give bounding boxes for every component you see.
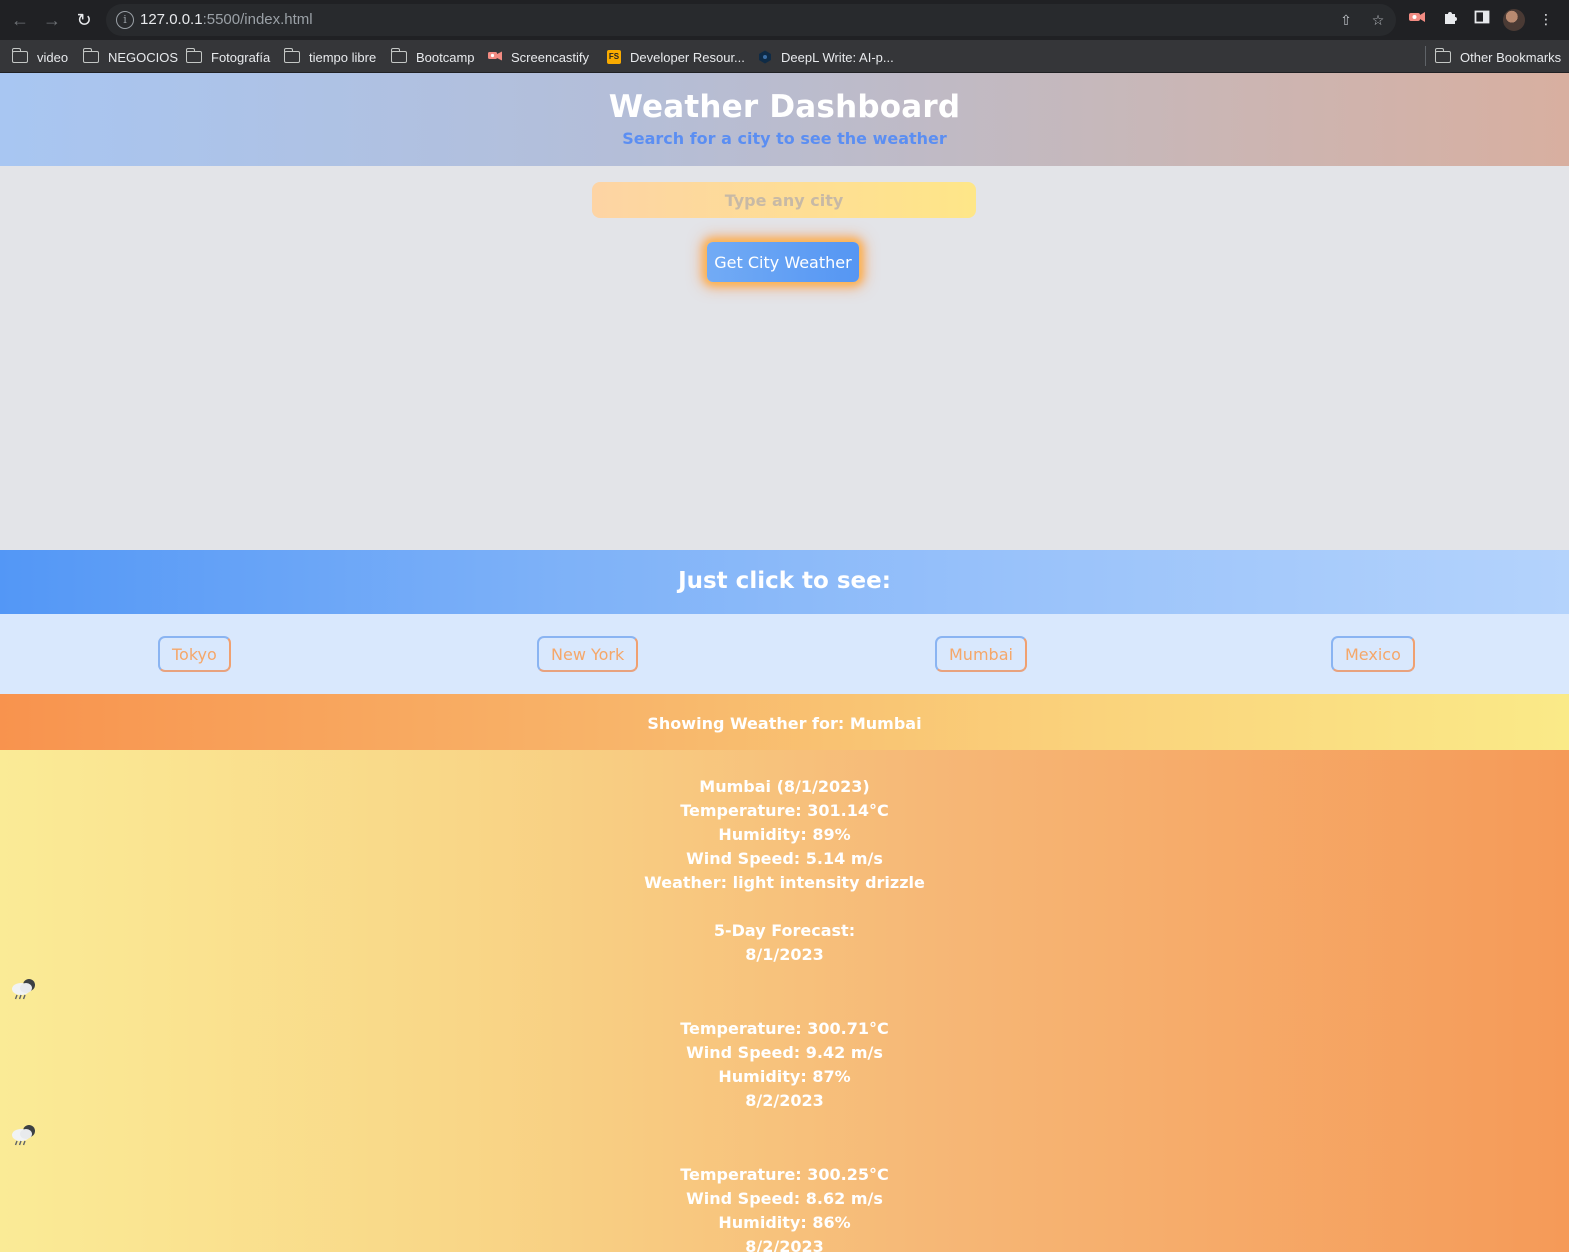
current-humidity: Humidity: 89% [718, 825, 851, 844]
showing-weather-banner: Showing Weather for: Mumbai [0, 694, 1569, 750]
screencastify-extension-icon[interactable] [1407, 9, 1427, 29]
bookmark-bootcamp[interactable]: Bootcamp [390, 47, 475, 67]
folder-icon [11, 48, 28, 63]
other-bookmarks-label: Other Bookmarks [1460, 49, 1562, 65]
bookmarks-bar: video NEGOCIOS Fotografía tiempo libre B… [0, 40, 1569, 73]
url-text[interactable]: 127.0.0.1:5500/index.html [140, 11, 313, 28]
bookmarks-separator [1425, 46, 1426, 66]
current-weather-description: Weather: light intensity drizzle [644, 873, 925, 892]
page-title: Weather Dashboard [608, 89, 961, 125]
site-info-icon[interactable]: i [116, 11, 134, 29]
forecast-temperature: Temperature: 300.25°C [680, 1165, 889, 1184]
bookmark-screencastify[interactable]: Screencastify [488, 47, 589, 67]
other-bookmarks[interactable]: Other Bookmarks [1434, 47, 1562, 67]
forecast-title: 5-Day Forecast: [713, 921, 856, 940]
url-host: 127.0.0.1 [140, 11, 203, 28]
folder-icon [82, 48, 99, 63]
bookmark-label: Bootcamp [416, 49, 475, 65]
bookmark-tiempo-libre[interactable]: tiempo libre [283, 47, 377, 67]
bookmark-label: video [37, 49, 69, 65]
city-button-mexico[interactable]: Mexico [1331, 636, 1415, 672]
folder-icon [283, 48, 300, 63]
extensions-puzzle-icon[interactable] [1440, 9, 1460, 29]
quick-cities-row: Tokyo New York Mumbai Mexico [0, 614, 1569, 694]
current-temperature: Temperature: 301.14°C [680, 801, 889, 820]
showing-weather-text: Showing Weather for: Mumbai [647, 714, 922, 733]
city-button-mumbai[interactable]: Mumbai [935, 636, 1027, 672]
page-header: Weather Dashboard Search for a city to s… [0, 73, 1569, 166]
bookmark-deepl-write[interactable]: DeepL Write: AI-p... [758, 47, 894, 67]
folder-icon [1434, 48, 1451, 63]
bookmark-label: tiempo libre [309, 49, 377, 65]
city-button-tokyo[interactable]: Tokyo [158, 636, 231, 672]
rain-cloud-icon [12, 1125, 35, 1146]
search-section: Get City Weather [0, 166, 1569, 550]
back-arrow-icon[interactable]: ← [8, 8, 32, 32]
address-bar[interactable]: i 127.0.0.1:5500/index.html ⇧ ☆ [106, 4, 1396, 36]
forecast-date: 8/1/2023 [745, 945, 824, 964]
forecast-wind-speed: Wind Speed: 8.62 m/s [686, 1189, 883, 1208]
quick-cities-title: Just click to see: [678, 568, 891, 594]
city-search-input[interactable] [592, 182, 976, 218]
forecast-humidity: Humidity: 87% [718, 1067, 851, 1086]
browser-toolbar: ← → ↻ i 127.0.0.1:5500/index.html ⇧ ☆ ⋮ [0, 0, 1569, 40]
quick-cities-header: Just click to see: [0, 550, 1569, 614]
forecast-humidity: Humidity: 86% [718, 1213, 851, 1232]
weather-results: Mumbai (8/1/2023) Temperature: 301.14°C … [0, 750, 1569, 1252]
forward-arrow-icon[interactable]: → [40, 8, 64, 32]
bookmark-video[interactable]: video [11, 47, 69, 67]
page-content: Weather Dashboard Search for a city to s… [0, 73, 1569, 1252]
bookmark-negocios[interactable]: NEGOCIOS [82, 47, 179, 67]
profile-avatar[interactable] [1503, 9, 1525, 31]
side-panel-icon[interactable] [1472, 9, 1492, 29]
url-path: :5500/index.html [202, 11, 313, 28]
bookmark-label: DeepL Write: AI-p... [781, 49, 894, 65]
city-button-new-york[interactable]: New York [537, 636, 639, 672]
folder-icon [390, 48, 407, 63]
bookmark-label: Developer Resour... [630, 49, 745, 65]
forecast-date: 8/2/2023 [745, 1237, 824, 1252]
reload-icon[interactable]: ↻ [72, 8, 96, 32]
bookmark-star-icon[interactable]: ☆ [1370, 12, 1386, 28]
bookmark-label: Screencastify [511, 49, 590, 65]
folder-icon [185, 48, 202, 63]
deepl-icon [758, 50, 772, 64]
rain-cloud-icon [12, 979, 35, 1000]
current-wind-speed: Wind Speed: 5.14 m/s [686, 849, 883, 868]
share-icon[interactable]: ⇧ [1338, 12, 1354, 28]
page-subtitle: Search for a city to see the weather [622, 129, 947, 148]
forecast-date: 8/2/2023 [745, 1091, 824, 1110]
screencastify-icon [488, 50, 502, 64]
kebab-menu-icon[interactable]: ⋮ [1536, 9, 1556, 29]
bookmark-developer-resources[interactable]: FS Developer Resour... [607, 47, 745, 67]
fs-icon: FS [607, 50, 621, 64]
forecast-temperature: Temperature: 300.71°C [680, 1019, 889, 1038]
current-heading: Mumbai (8/1/2023) [699, 777, 870, 796]
bookmark-fotografia[interactable]: Fotografía [185, 47, 271, 67]
bookmark-label: NEGOCIOS [108, 49, 179, 65]
bookmark-label: Fotografía [211, 49, 271, 65]
get-city-weather-button[interactable]: Get City Weather [707, 242, 859, 282]
forecast-wind-speed: Wind Speed: 9.42 m/s [686, 1043, 883, 1062]
